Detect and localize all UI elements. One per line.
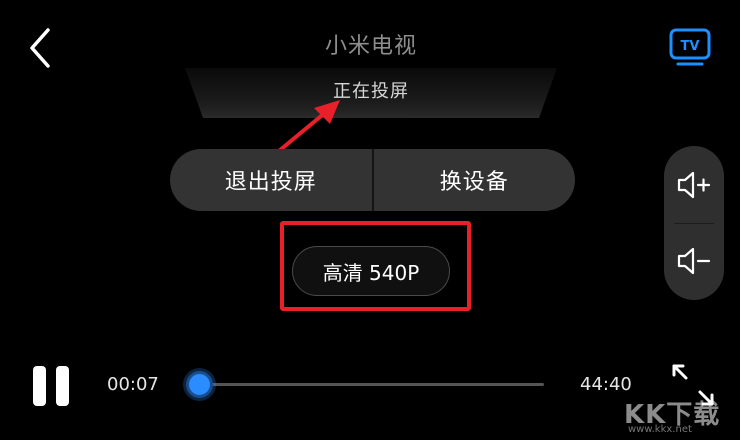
progress-thumb[interactable] — [185, 371, 213, 398]
pause-button[interactable] — [30, 364, 74, 408]
volume-down-button[interactable] — [664, 226, 724, 296]
device-screen-panel: 小米电视 正在投屏 — [185, 22, 557, 120]
volume-control-group — [664, 146, 724, 300]
volume-up-button[interactable] — [664, 150, 724, 220]
cast-status: 正在投屏 — [333, 81, 409, 102]
volume-up-icon — [677, 171, 711, 199]
progress-track[interactable] — [198, 383, 544, 386]
tv-button[interactable]: TV — [668, 26, 712, 70]
device-name: 小米电视 — [324, 34, 417, 59]
current-time: 00:07 — [107, 374, 159, 395]
watermark: KK下载 www.kkx.net — [620, 392, 738, 438]
cast-control-group: 退出投屏 换设备 — [170, 149, 575, 211]
volume-divider — [674, 223, 714, 224]
volume-down-icon — [677, 247, 711, 275]
switch-device-button[interactable]: 换设备 — [374, 149, 576, 211]
quality-button[interactable]: 高清 540P — [292, 246, 450, 296]
tv-icon: TV — [669, 28, 711, 66]
watermark-url: www.kkx.net — [628, 424, 692, 435]
exit-cast-button[interactable]: 退出投屏 — [170, 149, 372, 211]
back-button[interactable] — [22, 26, 58, 70]
svg-text:TV: TV — [681, 39, 700, 54]
chevron-left-icon — [30, 28, 50, 68]
